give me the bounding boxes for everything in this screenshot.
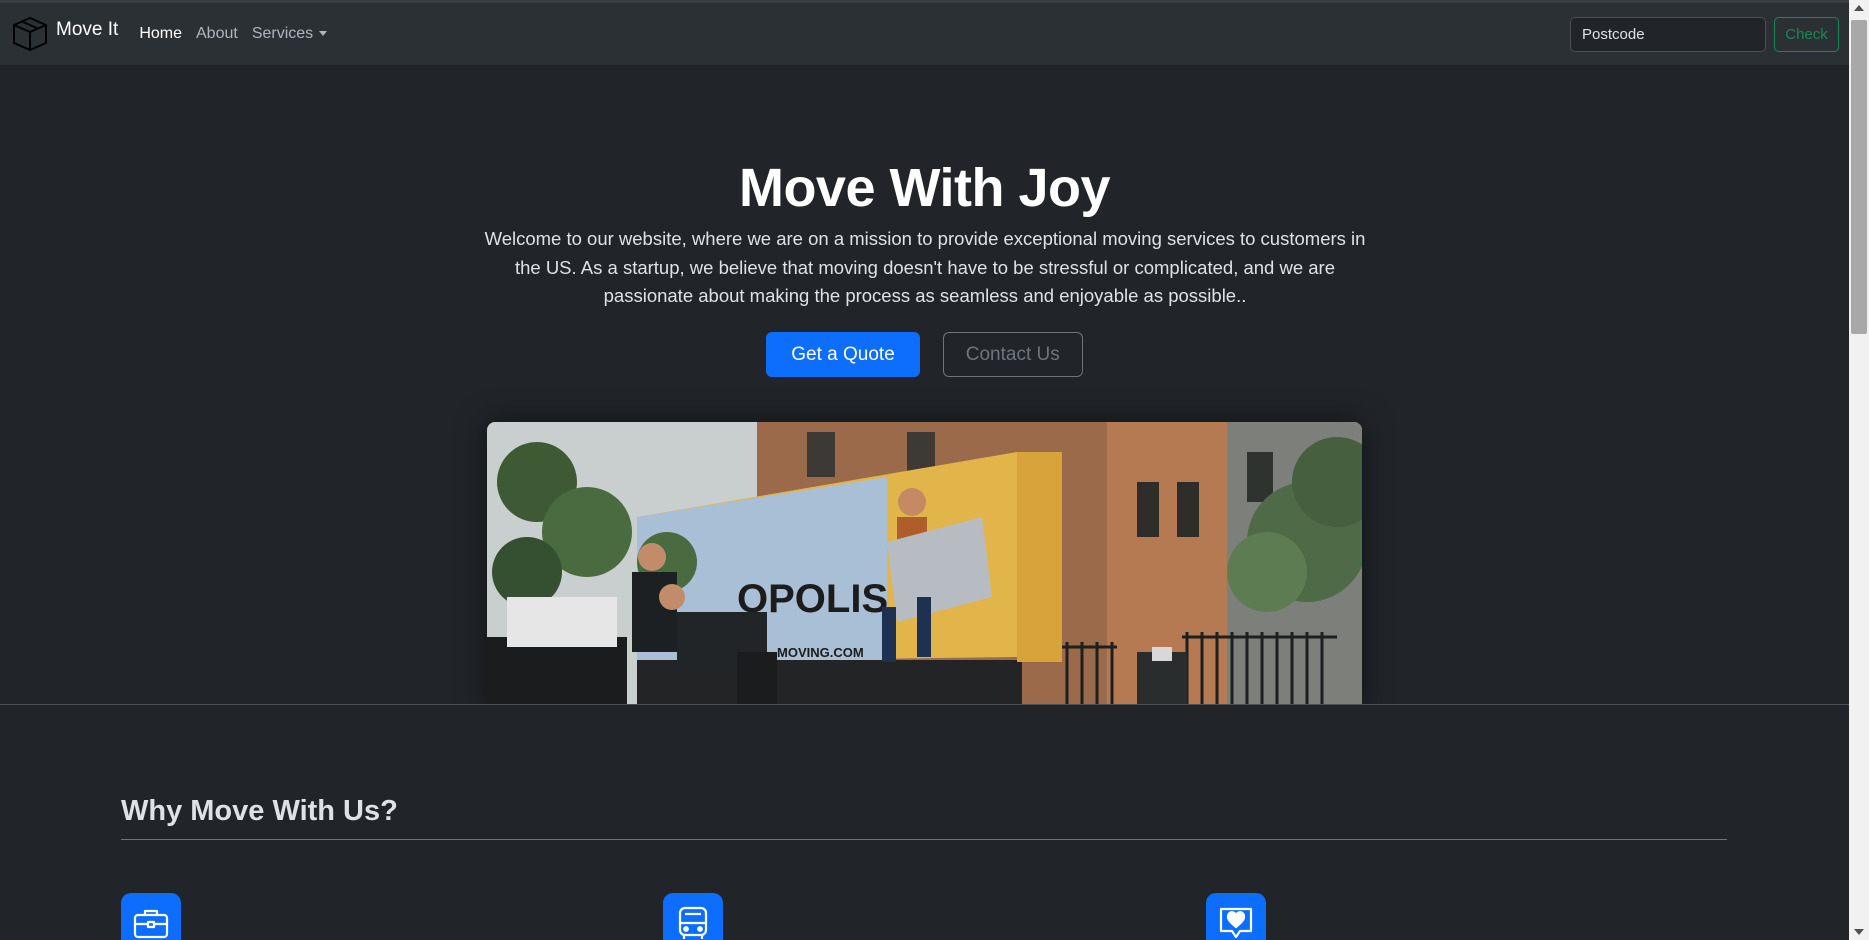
brand-name: Move It: [56, 19, 119, 40]
briefcase-icon: [133, 909, 169, 939]
box-icon: [13, 17, 47, 51]
page: Move It Home About Services Check Move W…: [0, 0, 1869, 940]
postcode-input[interactable]: [1570, 16, 1766, 52]
page-scrollbar[interactable]: [1849, 0, 1869, 940]
scrollbar-thumb[interactable]: [1851, 20, 1867, 334]
postcode-form: Check: [1570, 16, 1839, 52]
scroll-down-arrow-icon[interactable]: [1854, 929, 1864, 935]
hero-section: Move With Joy Welcome to our website, wh…: [0, 65, 1849, 705]
hero-buttons: Get a Quote Contact Us: [0, 332, 1849, 377]
moving-truck-photo: OPOLIS MOVING.COM: [487, 422, 1362, 705]
feature-icon-box-1: [121, 893, 181, 940]
scroll-up-arrow-icon[interactable]: [1854, 5, 1864, 11]
nav-home[interactable]: Home: [132, 17, 189, 51]
hero-title: Move With Joy: [738, 158, 1111, 218]
feature-icon-box-3: [1206, 893, 1266, 940]
feature-icon-box-2: [663, 893, 723, 940]
hero-lead: Welcome to our website, where we are on …: [484, 228, 1366, 306]
chevron-down-icon: [319, 31, 328, 37]
hero-image: OPOLIS MOVING.COM: [487, 422, 1362, 705]
section-divider: [0, 704, 1849, 705]
why-title: Why Move With Us?: [121, 795, 398, 827]
get-quote-button[interactable]: Get a Quote: [766, 332, 920, 377]
nav-about[interactable]: About: [189, 17, 245, 51]
nav-links: Home About Services: [132, 17, 334, 51]
navbar: Move It Home About Services Check: [0, 3, 1849, 65]
nav-services-label: Services: [251, 25, 314, 42]
svg-text:MOVING.COM: MOVING.COM: [777, 645, 864, 660]
why-title-rule: [121, 839, 1727, 840]
bus-icon: [678, 906, 708, 939]
contact-us-button[interactable]: Contact Us: [942, 332, 1083, 377]
brand-link[interactable]: Move It: [10, 14, 118, 54]
check-button[interactable]: Check: [1774, 16, 1839, 52]
nav-services-dropdown[interactable]: Services: [245, 17, 334, 51]
chat-heart-icon: [1219, 907, 1253, 939]
